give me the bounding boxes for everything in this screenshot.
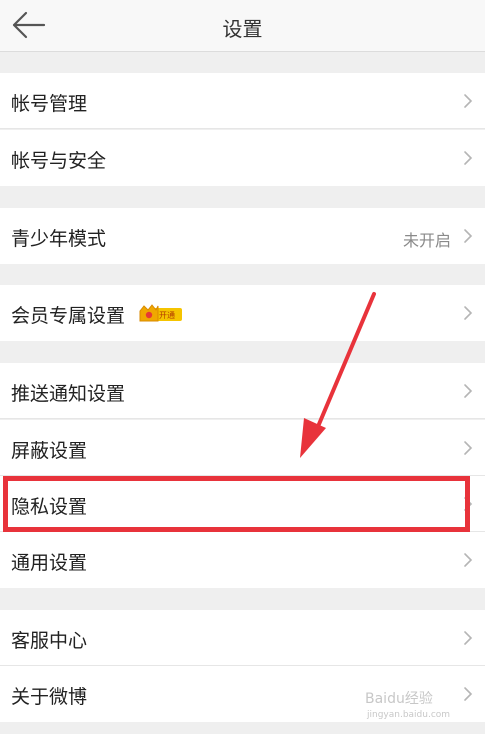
- vip-badge-text: 开通: [159, 310, 175, 320]
- settings-item-about-weibo[interactable]: 关于微博: [0, 666, 485, 722]
- settings-item-customer-service[interactable]: 客服中心: [0, 610, 485, 666]
- settings-item-account-management[interactable]: 帐号管理: [0, 73, 485, 129]
- settings-item-general-settings[interactable]: 通用设置: [0, 532, 485, 588]
- chevron-right-icon: [464, 306, 473, 320]
- chevron-right-icon: [464, 441, 473, 455]
- settings-item-label: 客服中心: [11, 630, 88, 652]
- chevron-right-icon: [464, 497, 473, 511]
- settings-item-label: 帐号管理: [11, 93, 88, 115]
- settings-item-label: 通用设置: [11, 552, 88, 574]
- settings-item-label: 会员专属设置: [11, 305, 126, 327]
- chevron-right-icon: [464, 687, 473, 701]
- page-title: 设置: [222, 17, 263, 41]
- chevron-right-icon: [464, 94, 473, 108]
- chevron-right-icon: [464, 229, 473, 243]
- settings-item-push-notifications[interactable]: 推送通知设置: [0, 363, 485, 419]
- chevron-right-icon: [464, 384, 473, 398]
- settings-item-label: 屏蔽设置: [11, 440, 88, 462]
- settings-item-label: 青少年模式: [11, 228, 107, 250]
- nav-header: 设置: [0, 0, 485, 52]
- chevron-right-icon: [464, 553, 473, 567]
- teen-mode-status: 未开启: [402, 231, 451, 250]
- chevron-right-icon: [464, 631, 473, 645]
- settings-item-teen-mode[interactable]: 青少年模式 未开启: [0, 208, 485, 264]
- settings-item-label: 关于微博: [11, 686, 88, 708]
- settings-item-privacy-settings[interactable]: 隐私设置: [0, 476, 485, 532]
- vip-crown-badge-icon[interactable]: 开通: [138, 303, 184, 325]
- chevron-right-icon: [464, 151, 473, 165]
- settings-item-label: 帐号与安全: [11, 150, 107, 172]
- settings-item-account-security[interactable]: 帐号与安全: [0, 130, 485, 186]
- settings-item-block-settings[interactable]: 屏蔽设置: [0, 420, 485, 476]
- settings-item-vip-settings[interactable]: 会员专属设置 开通: [0, 285, 485, 341]
- settings-page: 设置 帐号管理 帐号与安全 青少年模式 未开启 会员专属设置 开通 推送通知设置…: [0, 0, 485, 734]
- settings-item-label: 推送通知设置: [11, 383, 126, 405]
- settings-item-label: 隐私设置: [11, 496, 88, 518]
